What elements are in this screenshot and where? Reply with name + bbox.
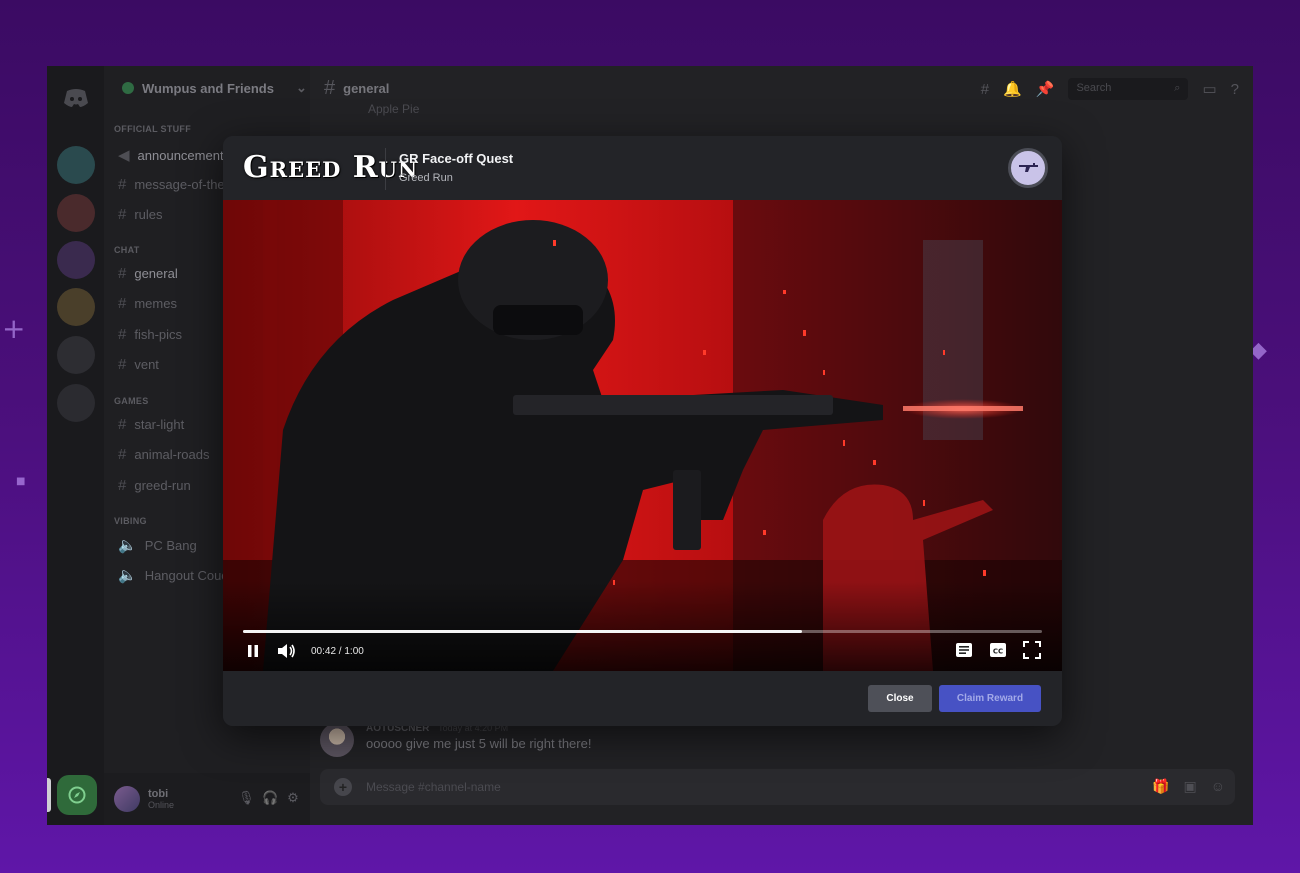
server-icon[interactable] — [57, 241, 95, 279]
discord-logo-icon[interactable] — [63, 88, 89, 108]
modal-footer: Close Claim Reward — [223, 671, 1062, 726]
channel-animal-roads[interactable]: # animal-roads — [118, 446, 210, 463]
message-composer[interactable]: + Message #channel-name 🎁 ▣ ☺ — [320, 769, 1235, 805]
category-official[interactable]: OFFICIAL STUFF — [114, 124, 191, 134]
mic-icon[interactable]: 🎙 — [238, 791, 255, 805]
avatar[interactable] — [114, 786, 140, 812]
message-text: ooooo give me just 5 will be right there… — [366, 736, 592, 751]
quest-subtitle: Greed Run — [399, 172, 453, 184]
close-button[interactable]: Close — [868, 685, 932, 712]
server-icon[interactable] — [57, 384, 95, 422]
gif-icon[interactable]: ▣ — [1183, 778, 1196, 795]
transcript-icon[interactable] — [954, 640, 974, 660]
category-chat[interactable]: CHAT — [114, 245, 140, 255]
server-list — [47, 66, 104, 825]
hash-icon: # — [118, 206, 127, 223]
hash-icon: # — [118, 176, 127, 193]
server-icon[interactable] — [57, 336, 95, 374]
message: AOTUSCNER Today at 4:20 PM ooooo give me… — [320, 723, 591, 757]
verified-icon — [122, 82, 134, 94]
channel-star-light[interactable]: # star-light — [118, 416, 184, 433]
explore-servers-button[interactable] — [57, 775, 97, 815]
category-vibing[interactable]: VIBING — [114, 516, 147, 526]
header-toolbar: # 🔔 📌 Search ⌕ ▭ ? — [981, 78, 1239, 100]
username: tobi — [148, 788, 169, 800]
hash-icon: # — [118, 326, 127, 343]
help-icon[interactable]: ? — [1231, 81, 1239, 98]
channel-vent[interactable]: # vent — [118, 356, 159, 373]
chevron-down-icon: ⌄ — [295, 80, 307, 95]
hash-icon: # — [118, 265, 127, 282]
background-sparkle: + — [2, 312, 26, 345]
message-text: Apple Pie — [368, 102, 420, 116]
headphones-icon[interactable]: 🎧 — [262, 791, 278, 805]
channel-general[interactable]: # general — [118, 265, 178, 282]
video-player[interactable]: 00:42 / 1:00 CC — [223, 200, 1062, 671]
inbox-icon[interactable]: ▭ — [1202, 80, 1216, 98]
progress-fill — [243, 630, 803, 633]
server-icon[interactable] — [57, 194, 95, 232]
bell-icon[interactable]: 🔔 — [1003, 80, 1022, 98]
fullscreen-icon[interactable] — [1022, 640, 1042, 660]
selected-indicator — [47, 778, 51, 812]
quest-title: GR Face-off Quest — [399, 151, 514, 166]
cc-icon[interactable]: CC — [988, 640, 1008, 660]
category-games[interactable]: GAMES — [114, 396, 149, 406]
channel-rules[interactable]: # rules — [118, 206, 163, 223]
pin-icon[interactable]: 📌 — [1036, 80, 1055, 98]
channel-announcements[interactable]: ◀ announcements — [118, 146, 230, 164]
game-logo: Greed Run — [243, 150, 419, 185]
voice-channel-pc-bang[interactable]: 🔈 PC Bang — [118, 536, 197, 554]
reward-badge-icon — [1008, 148, 1048, 188]
progress-bar[interactable] — [243, 630, 1042, 633]
claim-reward-button[interactable]: Claim Reward — [939, 685, 1041, 712]
hash-icon: # — [118, 295, 127, 312]
search-icon: ⌕ — [1174, 82, 1181, 94]
composer-input[interactable]: Message #channel-name — [366, 780, 501, 794]
modal-header: Greed Run GR Face-off Quest Greed Run — [223, 136, 1062, 200]
avatar[interactable] — [320, 723, 354, 757]
hash-icon: # — [118, 416, 127, 433]
hash-icon: # — [118, 477, 127, 494]
quest-modal: Greed Run GR Face-off Quest Greed Run 00… — [223, 136, 1062, 726]
background-sparkle: ■ — [16, 476, 26, 487]
speaker-icon: 🔈 — [118, 537, 137, 554]
user-status: Online — [148, 800, 175, 810]
megaphone-icon: ◀ — [118, 147, 130, 164]
user-panel: tobi Online 🎙 🎧 ⚙ — [104, 773, 310, 825]
compass-icon — [68, 786, 86, 804]
channel-fish-pics[interactable]: # fish-pics — [118, 326, 182, 343]
channel-title: general — [343, 80, 390, 96]
server-name: Wumpus and Friends — [142, 80, 274, 96]
hash-icon: # — [118, 446, 127, 463]
svg-text:CC: CC — [993, 648, 1003, 656]
channel-greed-run[interactable]: # greed-run — [118, 477, 191, 494]
hash-icon: # — [324, 76, 336, 99]
search-input[interactable]: Search ⌕ — [1068, 78, 1189, 100]
channel-memes[interactable]: # memes — [118, 295, 177, 312]
hash-icon: # — [118, 356, 127, 373]
gift-icon[interactable]: 🎁 — [1152, 778, 1169, 795]
time-readout: 00:42 / 1:00 — [311, 645, 364, 657]
gear-icon[interactable]: ⚙ — [286, 791, 300, 805]
threads-icon[interactable]: # — [981, 81, 989, 98]
server-header[interactable]: Wumpus and Friends ⌄ — [104, 66, 310, 110]
emoji-icon[interactable]: ☺ — [1211, 778, 1225, 795]
voice-channel-hangout-couch[interactable]: 🔈 Hangout Couch — [118, 566, 235, 584]
server-icon[interactable] — [57, 146, 95, 184]
divider — [385, 148, 386, 190]
pause-icon[interactable] — [243, 641, 263, 661]
volume-icon[interactable] — [277, 641, 297, 661]
plus-icon[interactable]: + — [334, 778, 352, 796]
video-controls: 00:42 / 1:00 CC — [243, 640, 1042, 662]
gun-icon — [1019, 163, 1038, 172]
server-icon[interactable] — [57, 288, 95, 326]
speaker-icon: 🔈 — [118, 567, 137, 584]
